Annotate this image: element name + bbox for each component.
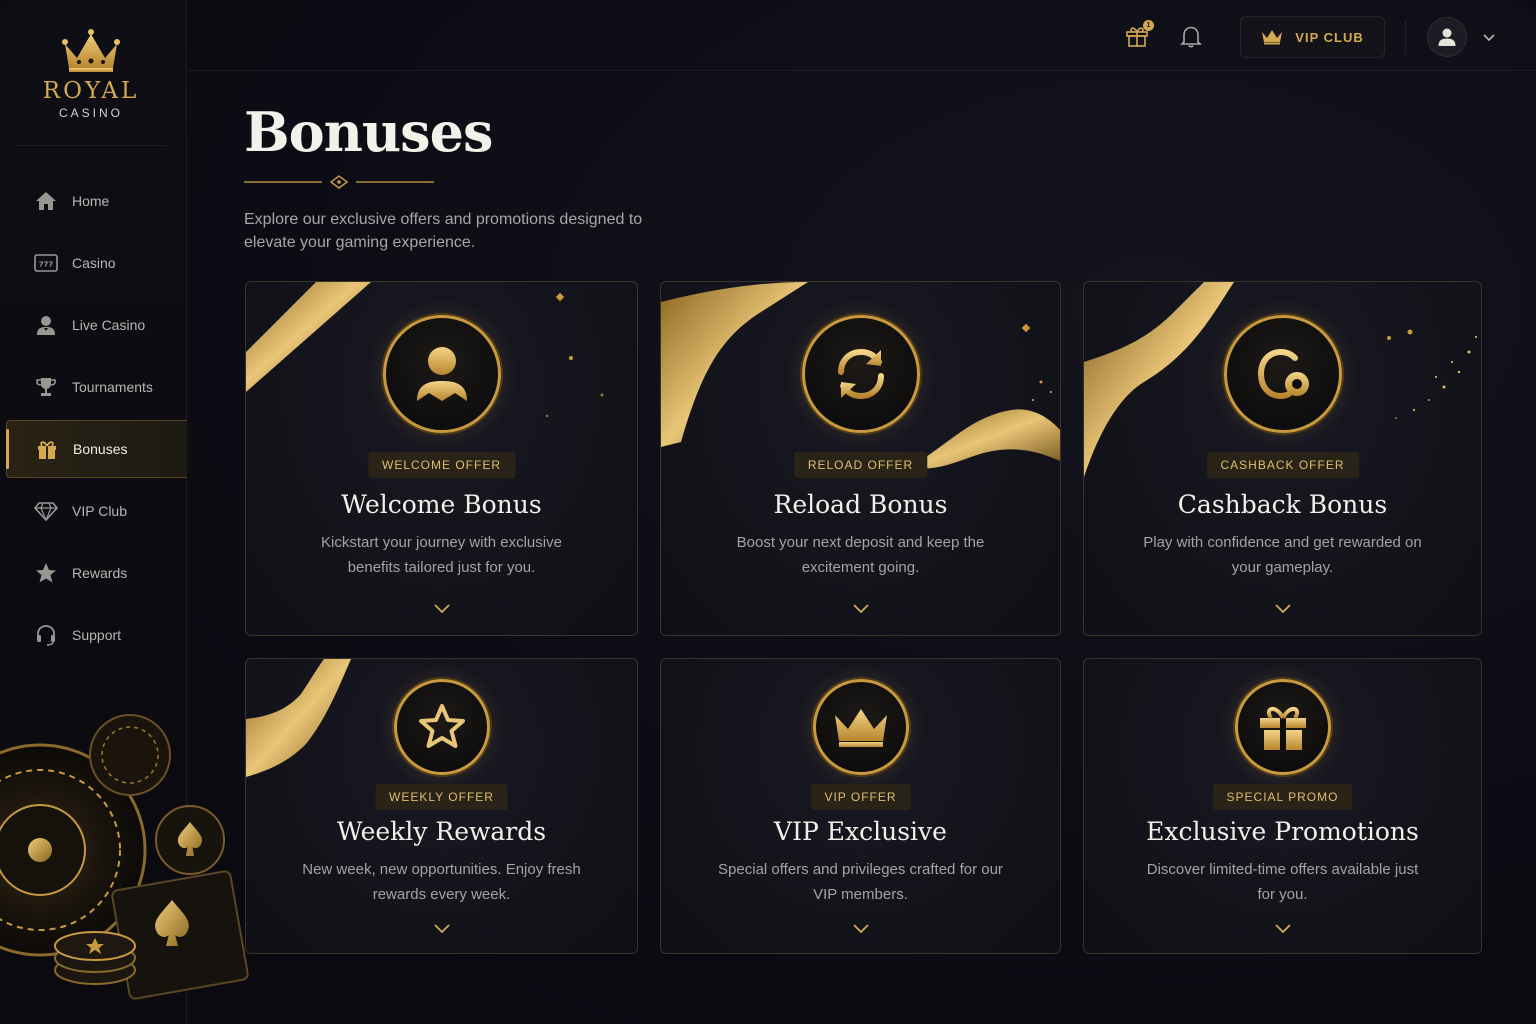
brand-title: ROYAL: [42, 78, 140, 104]
bonus-card-reload[interactable]: RELOAD OFFER Reload Bonus Boost your nex…: [660, 281, 1061, 636]
chevron-down-icon[interactable]: [1274, 602, 1292, 614]
chevron-down-icon[interactable]: [852, 922, 870, 934]
slot-machine-icon: 777: [34, 251, 58, 275]
bonus-medal: [812, 679, 909, 775]
brand-logo[interactable]: ROYAL CASINO: [16, 28, 166, 146]
offer-badge: RELOAD OFFER: [793, 452, 928, 478]
gift-icon: [35, 437, 59, 461]
sidebar-item-vip-club[interactable]: VIP Club: [0, 482, 187, 540]
notifications-button[interactable]: [1180, 24, 1204, 50]
bonus-medal: [801, 315, 920, 433]
page-description: Explore our exclusive offers and promoti…: [244, 211, 643, 251]
bonus-card-special-promo[interactable]: SPECIAL PROMO Exclusive Promotions Disco…: [1083, 658, 1482, 954]
chevron-down-icon[interactable]: [852, 602, 870, 614]
bonus-medal: [393, 679, 490, 775]
sidebar: ROYAL CASINO Home 777 Casino Live Casino…: [0, 0, 249, 1024]
bonus-medal: [1234, 679, 1331, 775]
user-icon: [416, 347, 467, 401]
card-title: Weekly Rewards: [336, 817, 547, 846]
divider: [1405, 20, 1406, 54]
offer-badge: VIP OFFER: [810, 784, 911, 810]
bell-icon: [1180, 26, 1202, 48]
page-title: Bonuses: [244, 100, 493, 164]
sidebar-nav: Home 777 Casino Live Casino Tournaments: [0, 172, 187, 668]
card-description: Play with confidence and get rewarded on…: [1143, 534, 1422, 576]
card-description: Discover limited-time offers available j…: [1146, 861, 1419, 903]
sidebar-item-label: Casino: [72, 255, 116, 271]
diamond-icon: [34, 499, 58, 523]
sidebar-item-label: Rewards: [72, 565, 128, 581]
crown-icon: [1262, 30, 1283, 45]
offer-badge: WEEKLY OFFER: [375, 784, 508, 810]
home-icon: [34, 189, 58, 213]
svg-text:777: 777: [39, 261, 54, 269]
casino-decoration-image: [0, 714, 249, 1000]
cashback-icon: [1257, 348, 1309, 400]
bonus-medal: [382, 315, 501, 433]
gift-notification-button[interactable]: 1: [1125, 20, 1154, 50]
bonus-card-welcome[interactable]: WELCOME OFFER Welcome Bonus Kickstart yo…: [245, 281, 638, 636]
crown-icon: [834, 709, 887, 747]
chevron-down-icon[interactable]: [433, 602, 451, 614]
star-icon: [34, 561, 58, 585]
bonus-card-vip[interactable]: VIP OFFER VIP Exclusive Special offers a…: [660, 658, 1061, 954]
sidebar-item-support[interactable]: Support: [0, 606, 187, 664]
card-title: Exclusive Promotions: [1146, 817, 1419, 846]
sidebar-item-label: Tournaments: [72, 379, 153, 395]
account-menu-chevron[interactable]: [1482, 30, 1496, 44]
sidebar-item-label: Bonuses: [73, 441, 128, 457]
sidebar-item-rewards[interactable]: Rewards: [0, 544, 187, 602]
vip-club-button[interactable]: VIP CLUB: [1240, 16, 1385, 58]
user-icon: [1438, 28, 1456, 46]
refresh-icon: [837, 348, 884, 400]
card-description: Special offers and privileges crafted fo…: [718, 861, 1003, 903]
headset-icon: [34, 623, 58, 647]
chevron-down-icon: [1483, 34, 1495, 42]
sidebar-item-bonuses[interactable]: Bonuses: [6, 420, 187, 478]
card-description: Boost your next deposit and keep the exc…: [736, 534, 985, 576]
dealer-icon: [34, 313, 58, 337]
sidebar-item-tournaments[interactable]: Tournaments: [0, 358, 187, 416]
card-title: Welcome Bonus: [341, 490, 542, 519]
trophy-icon: [34, 375, 58, 399]
vip-club-label: VIP CLUB: [1295, 29, 1364, 45]
top-bar: 1 VIP CLUB: [188, 0, 1536, 71]
star-icon: [418, 704, 465, 748]
crown-logo-icon: [62, 29, 120, 72]
card-title: VIP Exclusive: [774, 817, 947, 846]
chevron-down-icon[interactable]: [433, 922, 451, 934]
brand-subtitle: CASINO: [58, 106, 123, 120]
avatar[interactable]: [1427, 17, 1467, 57]
bonus-card-cashback[interactable]: CASHBACK OFFER Cashback Bonus Play with …: [1083, 281, 1482, 636]
card-description: New week, new opportunities. Enjoy fresh…: [302, 861, 581, 903]
app-window: ROYAL CASINO Home 777 Casino Live Casino…: [0, 0, 1536, 1024]
card-title: Reload Bonus: [773, 490, 948, 519]
gift-icon: [1259, 707, 1306, 750]
card-title: Cashback Bonus: [1177, 490, 1388, 519]
sidebar-item-home[interactable]: Home: [0, 172, 187, 230]
notification-badge: 1: [1143, 20, 1154, 31]
sidebar-item-casino[interactable]: 777 Casino: [0, 234, 187, 292]
bonus-card-weekly[interactable]: WEEKLY OFFER Weekly Rewards New week, ne…: [245, 658, 638, 954]
sidebar-item-live-casino[interactable]: Live Casino: [0, 296, 187, 354]
sidebar-item-label: Support: [72, 627, 122, 643]
sidebar-item-label: Live Casino: [72, 317, 146, 333]
sidebar-item-label: Home: [72, 193, 110, 209]
offer-badge: WELCOME OFFER: [367, 452, 516, 478]
chevron-down-icon[interactable]: [1274, 922, 1292, 934]
offer-badge: SPECIAL PROMO: [1212, 784, 1353, 810]
title-ornament-divider: [244, 175, 434, 189]
card-description: Kickstart your journey with exclusive be…: [321, 534, 562, 576]
sidebar-item-label: VIP Club: [72, 503, 127, 519]
bonus-medal: [1223, 315, 1342, 433]
offer-badge: CASHBACK OFFER: [1206, 452, 1359, 478]
